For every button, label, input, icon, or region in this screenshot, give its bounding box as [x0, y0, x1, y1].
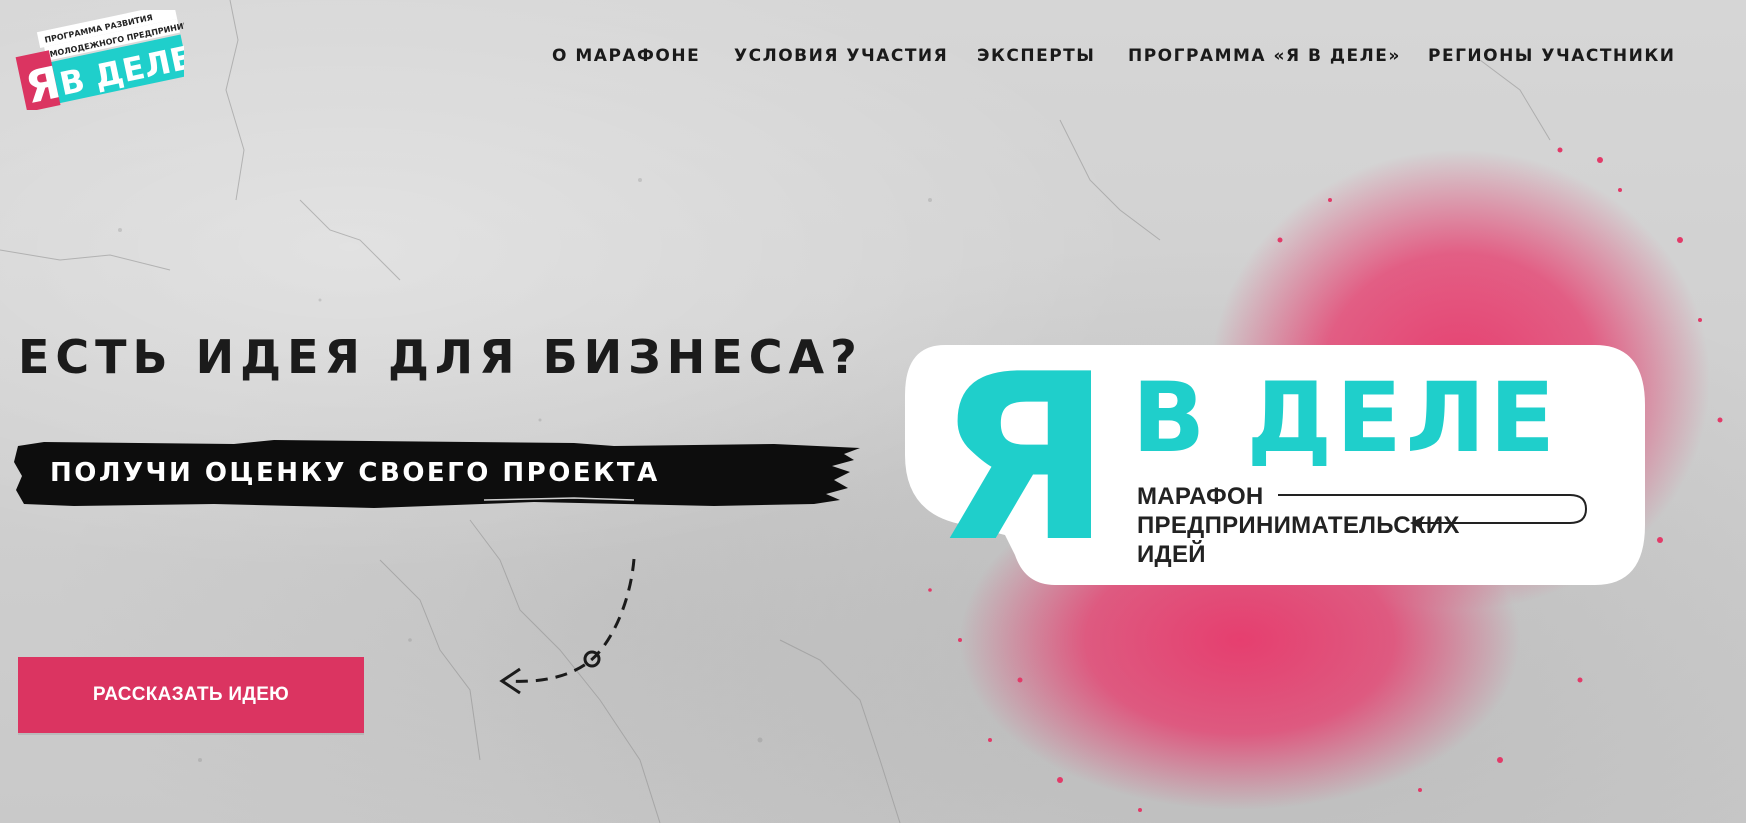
hero-tagline: ПОЛУЧИ ОЦЕНКУ СВОЕГО ПРОЕКТА: [50, 458, 660, 488]
hero-headline: ЕСТЬ ИДЕЯ ДЛЯ БИЗНЕСА?: [18, 330, 863, 384]
sticker-arrow-lines-icon: [1278, 494, 1588, 529]
sticker-line-3: ИДЕЙ: [1137, 541, 1206, 568]
dashed-arrow-icon: [499, 558, 636, 695]
sticker-mark: Я: [935, 326, 1113, 593]
nav-item-about[interactable]: О МАРАФОНЕ: [552, 46, 700, 66]
main-nav: О МАРАФОНЕ УСЛОВИЯ УЧАСТИЯ ЭКСПЕРТЫ ПРОГ…: [552, 46, 1746, 76]
nav-item-program[interactable]: ПРОГРАММА «Я В ДЕЛЕ»: [1128, 46, 1401, 66]
nav-item-regions[interactable]: РЕГИОНЫ УЧАСТНИКИ: [1428, 46, 1676, 66]
brand-logo[interactable]: ПРОГРАММА РАЗВИТИЯ МОЛОДЕЖНОГО ПРЕДПРИНИ…: [14, 10, 184, 110]
nav-item-experts[interactable]: ЭКСПЕРТЫ: [977, 46, 1095, 66]
sticker-line-1: МАРАФОН: [1137, 483, 1264, 510]
sticker-title: В ДЕЛЕ: [1132, 362, 1559, 474]
tell-idea-button[interactable]: РАССКАЗАТЬ ИДЕЮ: [18, 657, 364, 733]
nav-item-conditions[interactable]: УСЛОВИЯ УЧАСТИЯ: [734, 46, 948, 66]
